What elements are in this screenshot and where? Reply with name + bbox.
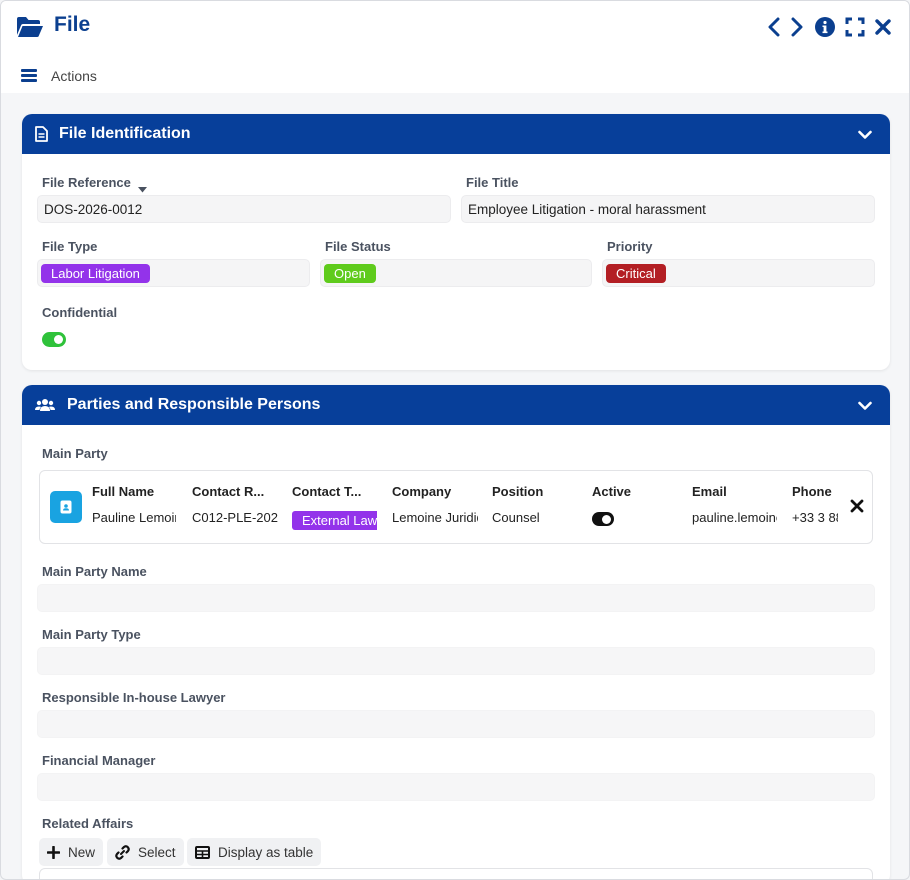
priority-field[interactable]: Critical (602, 259, 875, 287)
file-reference-label: File Reference (42, 175, 131, 190)
window-title: File (54, 13, 91, 36)
folder-open-icon (16, 15, 44, 39)
chevron-down-icon[interactable] (858, 127, 872, 145)
plus-icon (47, 845, 60, 859)
chevron-right-icon (791, 17, 803, 37)
column-header-full-name: Full Name (92, 484, 155, 499)
file-reference-field[interactable]: DOS-2026-0012 (37, 195, 451, 223)
contact-card-icon (50, 491, 82, 523)
file-status-badge: Open (324, 264, 376, 283)
section-title: Parties and Responsible Persons (67, 396, 321, 413)
chevron-left-icon (768, 17, 780, 37)
responsible-lawyer-field[interactable] (37, 710, 875, 738)
file-title-label: File Title (466, 175, 519, 190)
next-button[interactable] (784, 14, 810, 40)
fullscreen-button[interactable] (842, 14, 868, 40)
file-title-field[interactable]: Employee Litigation - moral harassment (461, 195, 875, 223)
section-title: File Identification (59, 125, 191, 142)
financial-manager-label: Financial Manager (42, 753, 156, 768)
file-type-label: File Type (42, 239, 98, 254)
menu-icon[interactable] (21, 69, 37, 82)
column-header-active: Active (592, 484, 632, 499)
column-header-company: Company (392, 484, 452, 499)
close-icon (850, 499, 864, 513)
select-button-label: Select (138, 844, 176, 860)
remove-party-button[interactable] (850, 499, 864, 518)
actions-menu-label[interactable]: Actions (51, 68, 97, 84)
parties-section: Parties and Responsible Persons Main Par… (22, 385, 890, 879)
file-window: File Actions File Identification File Re… (0, 0, 910, 880)
cell-position: Counsel (492, 510, 540, 525)
main-party-type-field[interactable] (37, 647, 875, 675)
close-window-button[interactable] (870, 14, 896, 40)
cell-email: pauline.lemoine@ (692, 510, 777, 525)
priority-label: Priority (607, 239, 653, 254)
chevron-down-icon[interactable] (858, 398, 872, 416)
file-status-label: File Status (325, 239, 391, 254)
column-header-contact-type: Contact T... (292, 484, 362, 499)
confidential-label: Confidential (42, 305, 118, 320)
main-party-name-label: Main Party Name (42, 564, 147, 579)
new-button[interactable]: New (39, 838, 104, 866)
new-button-label: New (68, 844, 96, 860)
column-header-contact-ref: Contact R... (192, 484, 265, 499)
confidential-toggle[interactable] (42, 332, 66, 347)
main-party-label: Main Party (42, 446, 108, 461)
contact-type-badge: External Lawyer (292, 511, 377, 530)
link-icon (115, 844, 130, 860)
expand-icon (845, 17, 865, 37)
active-toggle[interactable] (592, 512, 614, 526)
cell-company: Lemoine Juridique (392, 510, 478, 525)
select-button[interactable]: Select (107, 838, 184, 866)
file-type-field[interactable]: Labor Litigation (37, 259, 310, 287)
file-type-badge: Labor Litigation (41, 264, 150, 283)
users-icon (35, 398, 55, 417)
file-status-field[interactable]: Open (320, 259, 592, 287)
cell-full-name: Pauline Lemoine (92, 510, 176, 525)
related-affairs-label: Related Affairs (42, 816, 134, 831)
main-party-type-label: Main Party Type (42, 627, 141, 642)
priority-badge: Critical (606, 264, 666, 283)
cell-contact-ref: C012-PLE-2026 (192, 510, 278, 525)
related-affairs-list (39, 868, 873, 879)
column-header-position: Position (492, 484, 544, 499)
parties-header[interactable]: Parties and Responsible Persons (22, 385, 890, 425)
responsible-lawyer-label: Responsible In-house Lawyer (42, 690, 226, 705)
main-party-name-field[interactable] (37, 584, 875, 612)
financial-manager-field[interactable] (37, 773, 875, 801)
info-button[interactable] (812, 14, 838, 40)
info-icon (815, 17, 835, 37)
file-identification-section: File Identification File Reference DOS-2… (22, 114, 890, 370)
file-identification-header[interactable]: File Identification (22, 114, 890, 154)
title-bar: File (1, 1, 909, 55)
display-as-table-button[interactable]: Display as table (187, 838, 322, 866)
column-header-email: Email (692, 484, 727, 499)
table-icon (195, 845, 210, 859)
column-header-phone: Phone (792, 484, 832, 499)
cell-contact-type: External Lawyer (292, 511, 377, 531)
close-icon (875, 19, 891, 35)
document-icon (35, 126, 48, 147)
main-party-card[interactable]: Full Name Contact R... Contact T... Comp… (39, 470, 873, 544)
display-as-table-label: Display as table (218, 844, 314, 860)
actions-bar: Actions (1, 55, 909, 93)
cell-phone: +33 3 88 (792, 510, 838, 525)
